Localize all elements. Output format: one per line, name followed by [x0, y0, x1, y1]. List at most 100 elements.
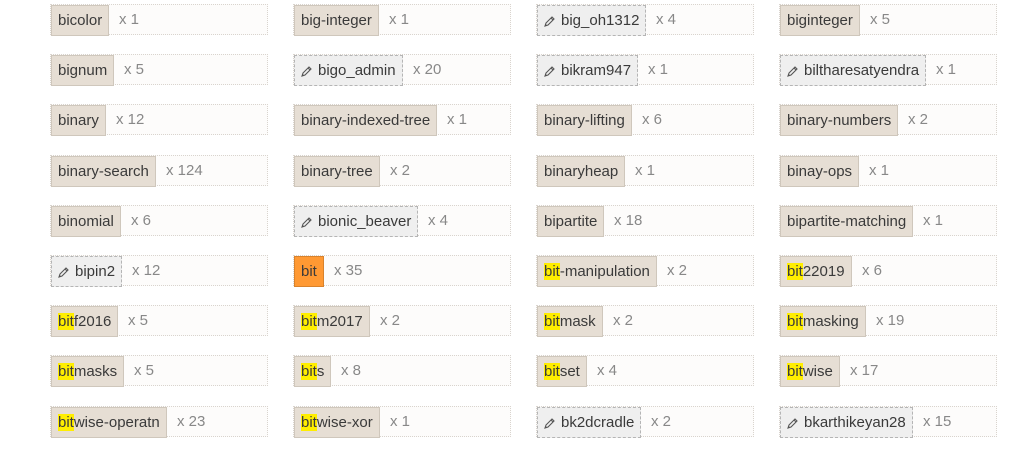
tag-link[interactable]: bit set [537, 356, 587, 387]
tag-link[interactable]: bit f2016 [51, 306, 119, 337]
tag-item: bit masking x 19 [779, 305, 997, 337]
tag-link[interactable]: big-integer [294, 5, 379, 36]
tag-count: x 124 [166, 162, 203, 179]
tag-label: bigo_admin [318, 62, 396, 79]
tag-link[interactable]: bit wise-operatn [51, 407, 167, 438]
tag-item: bit s x 8 [293, 355, 511, 387]
tag-label: bkarthikeyan28 [804, 414, 906, 431]
tag-item: binary-lifting x 6 [536, 104, 754, 136]
tag-item: binomial x 6 [50, 205, 268, 237]
tag-link[interactable]: bkarthikeyan28 [780, 407, 913, 438]
tag-label: biginteger [787, 12, 853, 29]
tag-link[interactable]: binary-tree [294, 156, 380, 187]
tag-count: x 18 [614, 212, 643, 229]
tag-link[interactable]: binary-indexed-tree [294, 105, 438, 136]
tag-link[interactable]: binary-numbers [780, 105, 899, 136]
tag-link[interactable]: binary-search [51, 156, 156, 187]
tag-link[interactable]: bipartite [537, 206, 605, 237]
tag-match-highlight: bit [301, 313, 317, 330]
tag-link[interactable]: binary [51, 105, 106, 136]
tag-match-highlight: bit [301, 363, 317, 380]
tag-label: set [559, 363, 580, 380]
tag-link[interactable]: big_oh1312 [537, 5, 647, 36]
pencil-icon [544, 65, 556, 77]
tag-link[interactable]: bit wise [780, 356, 840, 387]
tag-count: x 4 [428, 212, 449, 229]
tag-item: bkarthikeyan28 x 15 [779, 406, 997, 438]
tag-link[interactable]: bit s [294, 356, 332, 387]
tag-link[interactable]: bicolor [51, 5, 110, 36]
tag-label: wise-operatn [73, 414, 160, 431]
tag-label: binay-ops [787, 163, 853, 180]
tag-label: masks [73, 363, 118, 380]
tag-match-highlight: bit [787, 363, 803, 380]
tag-label: binary-numbers [787, 112, 892, 129]
tag-link[interactable]: bit [294, 256, 324, 287]
tag-count: x 1 [119, 11, 140, 28]
tag-item: binary x 12 [50, 104, 268, 136]
tag-label: big-integer [301, 12, 372, 29]
tag-item: bionic_beaver x 4 [293, 205, 511, 237]
tag-match-highlight: bit [301, 414, 317, 431]
tag-link[interactable]: bignum [51, 55, 115, 86]
tag-item: bit wise-operatn x 23 [50, 406, 268, 438]
tag-item: bit masks x 5 [50, 355, 268, 387]
tag-count: x 6 [642, 111, 663, 128]
tag-link[interactable]: binary-lifting [537, 105, 632, 136]
pencil-icon [544, 417, 556, 429]
tag-label: bipartite [544, 213, 598, 230]
tag-item: binary-numbers x 2 [779, 104, 997, 136]
pencil-icon [787, 417, 799, 429]
tag-item: binary-indexed-tree x 1 [293, 104, 511, 136]
tag-link[interactable]: biltharesatyendra [780, 55, 927, 86]
tag-match-highlight: bit [58, 313, 74, 330]
tag-label: -manipulation [559, 263, 650, 280]
tag-item: bit wise x 17 [779, 355, 997, 387]
tag-link[interactable]: bipartite-matching [780, 206, 914, 237]
tag-link[interactable]: bit 22019 [780, 256, 852, 287]
tag-item: biltharesatyendra x 1 [779, 54, 997, 86]
tag-count: x 5 [870, 11, 891, 28]
tag-item: big-integer x 1 [293, 4, 511, 36]
tag-count: x 1 [447, 111, 468, 128]
tag-count: x 1 [635, 162, 656, 179]
tag-link[interactable]: bit masking [780, 306, 866, 337]
tag-link[interactable]: bit -manipulation [537, 256, 657, 287]
tag-link[interactable]: bit m2017 [294, 306, 370, 337]
tag-count: x 35 [334, 262, 363, 279]
tag-count: x 20 [413, 61, 442, 78]
tag-link[interactable]: bit wise-xor [294, 407, 380, 438]
tag-count: x 4 [656, 11, 677, 28]
tag-link[interactable]: bionic_beaver [294, 206, 419, 237]
tag-label: binary [58, 112, 99, 129]
tag-label: bionic_beaver [318, 213, 412, 230]
tag-item: binary-search x 124 [50, 155, 268, 187]
tag-match-highlight: bit [787, 263, 803, 280]
tag-link[interactable]: binay-ops [780, 156, 860, 187]
tag-label: binomial [58, 213, 114, 230]
tag-match-highlight: bit [544, 313, 560, 330]
tag-label: bk2dcradle [561, 414, 635, 431]
tag-label: binary-indexed-tree [301, 112, 431, 129]
tag-count: x 8 [341, 362, 362, 379]
tag-match-highlight: bit [544, 263, 560, 280]
tag-link[interactable]: binomial [51, 206, 121, 237]
pencil-icon [787, 65, 799, 77]
tag-link[interactable]: bigo_admin [294, 55, 403, 86]
tag-count: x 6 [862, 262, 883, 279]
tag-link[interactable]: bit masks [51, 356, 125, 387]
tag-link[interactable]: bipin2 [51, 256, 123, 287]
tag-link[interactable]: biginteger [780, 5, 860, 36]
tag-count: x 23 [177, 413, 206, 430]
tag-link[interactable]: bit mask [537, 306, 603, 337]
tag-link[interactable]: bk2dcradle [537, 407, 642, 438]
pencil-icon [301, 65, 313, 77]
tag-link[interactable]: bikram947 [537, 55, 639, 86]
tag-link[interactable]: binaryheap [537, 156, 626, 187]
pencil-icon [301, 216, 313, 228]
tag-match-highlight: bit [58, 363, 74, 380]
tag-item: bikram947 x 1 [536, 54, 754, 86]
tag-item: bk2dcradle x 2 [536, 406, 754, 438]
tag-label: binary-search [58, 163, 149, 180]
tag-count: x 2 [667, 262, 688, 279]
